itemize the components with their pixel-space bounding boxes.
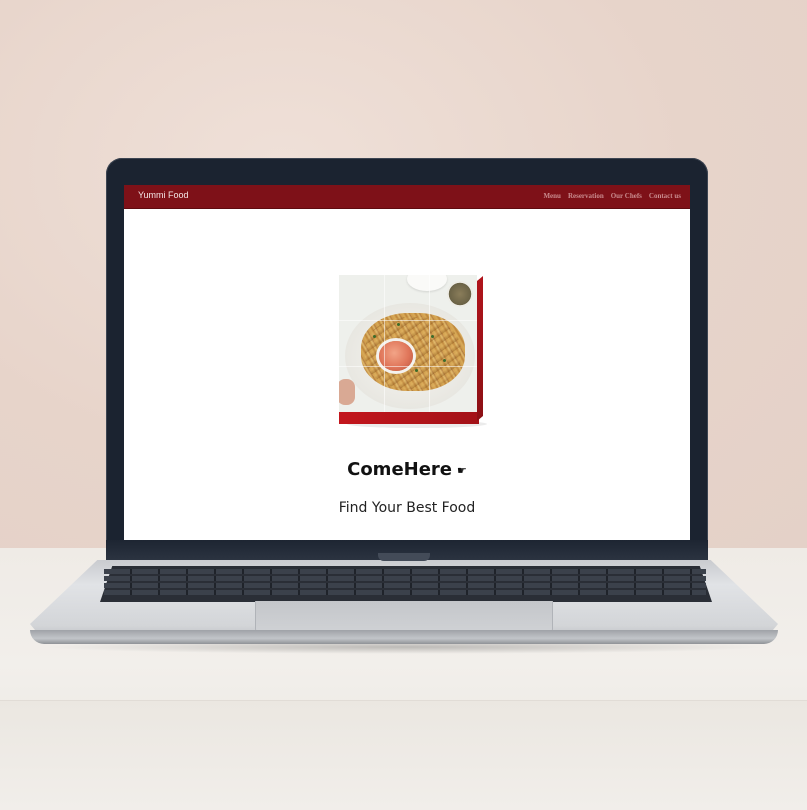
cube-bottom-face [339,412,479,424]
herb-garnish [443,359,446,362]
nav-link-contact-us[interactable]: Contact us [649,192,681,200]
cube-side-face [477,275,483,421]
tile-grid-line [429,275,430,412]
tile-grid-line [339,366,477,367]
nav-link-reservation[interactable]: Reservation [568,192,604,200]
hero-subtitle: Find Your Best Food [338,500,476,516]
herb-garnish [415,369,418,372]
herb-garnish [373,335,376,338]
pointing-hand-icon: ☛ [457,464,467,477]
keyboard-row [104,583,706,588]
desk-edge [0,700,807,810]
laptop-base-front [30,630,778,644]
hero-title-row: ComeHere ☛ [124,459,690,480]
side-bowl-image [407,275,447,291]
keyboard-row [104,590,706,595]
nav-link-menu[interactable]: Menu [543,192,561,200]
hero-image-cube [339,275,487,428]
tile-grid-line [384,275,385,412]
site-brand[interactable]: Yummi Food [138,190,189,200]
site-navbar: Yummi Food Menu Reservation Our Chefs Co… [124,185,690,209]
lid-notch [378,553,430,561]
hero-title: ComeHere [347,459,453,480]
herb-garnish [397,323,400,326]
tile-grid-line [339,320,477,321]
herb-garnish [431,335,434,338]
nav-link-our-chefs[interactable]: Our Chefs [611,192,642,200]
nav-menu: Menu Reservation Our Chefs Contact us [543,192,681,200]
laptop-screen: Yummi Food Menu Reservation Our Chefs Co… [124,185,690,540]
food-plate-image [339,275,477,412]
hand-image [339,379,355,405]
keyboard-row [104,576,706,581]
dip-bowl-image [447,281,473,307]
keyboard-row [104,569,706,574]
